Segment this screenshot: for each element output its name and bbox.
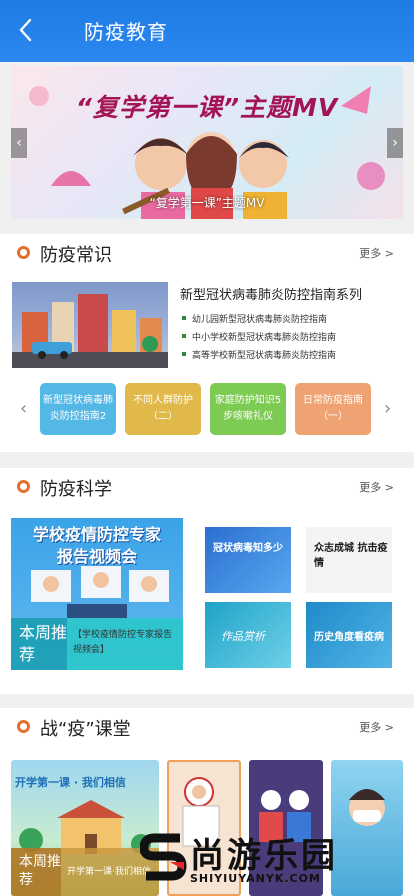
app-header: 防疫教育 (0, 0, 414, 62)
cards-next-button[interactable]: › (384, 398, 391, 419)
video-thumbnail[interactable]: 作品赏析 (205, 602, 291, 668)
section-title: 防疫科学 (40, 479, 112, 500)
video-thumbnail[interactable]: 历史角度看疫病 (306, 602, 392, 668)
s-logo-icon (140, 833, 187, 881)
weekly-caption: 【学校疫情防控专家报告视频会】 (67, 618, 183, 670)
chevron-left-icon (19, 18, 32, 42)
topic-card[interactable]: 不同人群防护（二） (125, 383, 201, 435)
page-title: 防疫教育 (84, 20, 168, 44)
video-thumbnail[interactable]: 众志成城 抗击疫情 (306, 527, 392, 593)
banner-prev-button[interactable]: ‹ (11, 128, 27, 158)
chevron-left-icon: ‹ (16, 135, 22, 151)
topic-title[interactable]: 新型冠状病毒肺炎防控指南系列 (180, 284, 362, 303)
city-illustration (12, 294, 168, 368)
chevron-right-icon: › (384, 398, 392, 419)
site-watermark: 尚游乐园 SHIYIUYANYK.COM (140, 826, 414, 896)
chevron-right-icon: › (392, 135, 398, 151)
section-ring-icon (17, 246, 30, 259)
class-video[interactable]: 开学第一课 · 我们相信 本周推荐 开学第一课·我们相信 (11, 760, 159, 896)
banner-caption: “复学第一课”主题MV (149, 196, 265, 210)
guide-illustration[interactable] (12, 282, 168, 368)
section-ring-icon (17, 480, 30, 493)
featured-video[interactable]: 学校疫情防控专家报告视频会 本周推荐 【学校疫情防控专家报告视频会】 (11, 518, 183, 670)
cards-prev-button[interactable]: ‹ (20, 398, 27, 419)
back-button[interactable] (10, 12, 40, 48)
chevron-left-icon: ‹ (20, 398, 28, 419)
topic-card[interactable]: 家庭防护知识5步咳嗽礼仪 (210, 383, 286, 435)
screen: 防疫教育 “复学第一课”主题MV “复学第一课”主题MV ‹ › 防疫常识 更多… (0, 0, 414, 896)
banner-next-button[interactable]: › (387, 128, 403, 158)
section-header: 防疫常识 更多 > (0, 234, 414, 274)
topic-item[interactable]: 中小学校新型冠状病毒肺炎防控指南 (181, 330, 336, 343)
more-link[interactable]: 更多 > (359, 719, 394, 735)
section-header: 防疫科学 更多 > (0, 468, 414, 508)
weekly-badge: 本周推荐 (11, 848, 61, 896)
topic-card[interactable]: 新型冠状病毒肺炎防控指南2 (40, 383, 116, 435)
section-title: 防疫常识 (40, 245, 112, 266)
section-header: 战“疫”课堂 更多 > (0, 708, 414, 748)
more-link[interactable]: 更多 > (359, 245, 394, 261)
topic-card[interactable]: 日常防疫指南（一） (295, 383, 371, 435)
more-link[interactable]: 更多 > (359, 479, 394, 495)
watermark-text: 尚游乐园 (190, 836, 338, 876)
banner-carousel[interactable]: “复学第一课”主题MV “复学第一课”主题MV ‹ › (11, 66, 403, 219)
topic-item[interactable]: 幼儿园新型冠状病毒肺炎防控指南 (181, 312, 327, 325)
section-title: 战“疫”课堂 (40, 719, 131, 740)
weekly-badge: 本周推荐 (11, 618, 67, 670)
section-ring-icon (17, 720, 30, 733)
watermark-url: SHIYIUYANYK.COM (190, 872, 321, 885)
video-thumbnail[interactable]: 冠状病毒知多少 (205, 527, 291, 593)
topic-item[interactable]: 高等学校新型冠状病毒肺炎防控指南 (181, 348, 336, 361)
